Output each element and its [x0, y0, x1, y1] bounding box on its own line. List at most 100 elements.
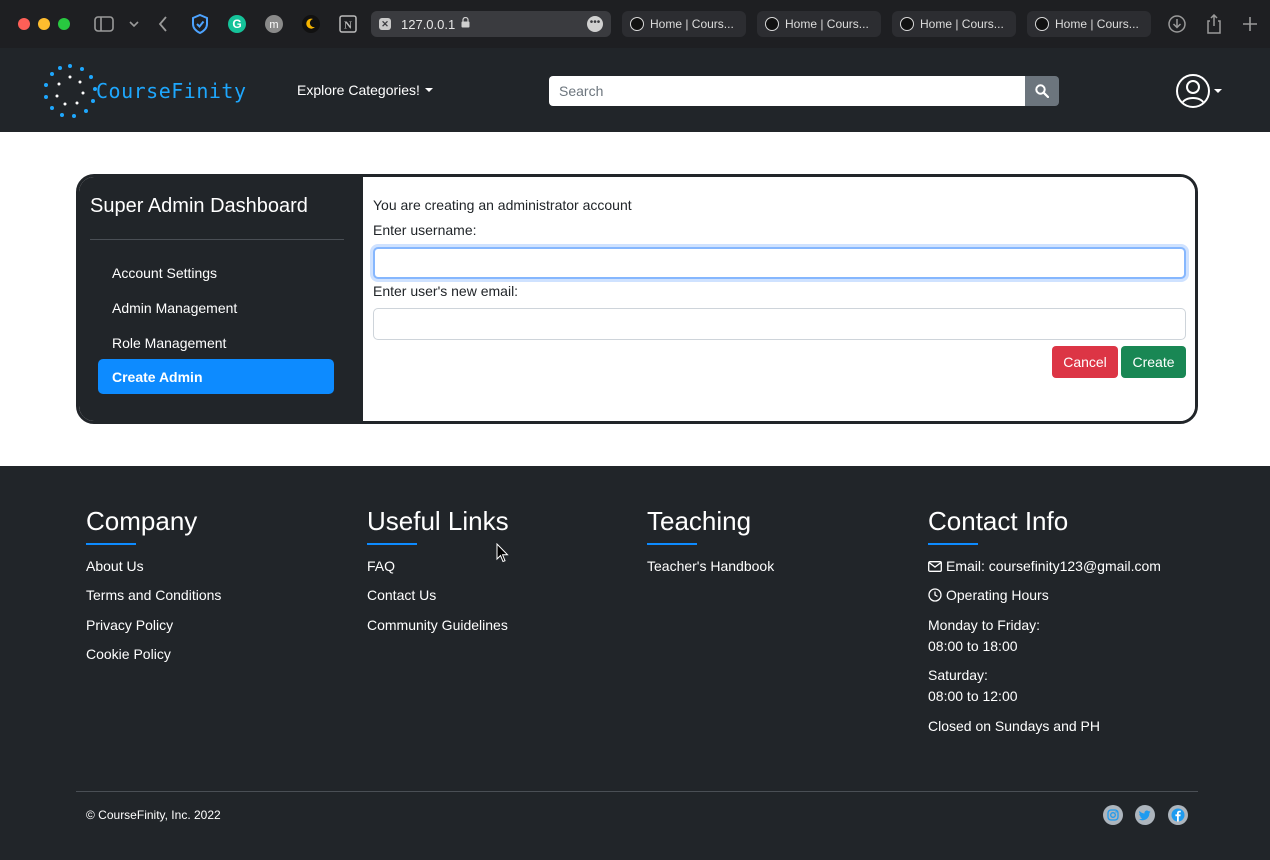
- lock-icon: [461, 16, 470, 31]
- footer-divider: [76, 791, 1198, 792]
- footer-heading-teaching: Teaching: [647, 506, 751, 545]
- url-text: 127.0.0.1: [401, 16, 456, 32]
- weekday-label: Monday to Friday:: [928, 617, 1041, 633]
- admin-dashboard-card: Super Admin Dashboard Account Settings A…: [76, 174, 1198, 424]
- shield-extension-icon[interactable]: [190, 14, 210, 34]
- tab-title: Home | Cours...: [920, 17, 1004, 31]
- notion-extension-icon[interactable]: N: [338, 14, 358, 34]
- sidebar-item-role-management[interactable]: Role Management: [98, 325, 334, 360]
- create-button[interactable]: Create: [1121, 346, 1186, 378]
- address-bar[interactable]: ✕ 127.0.0.1 •••: [371, 11, 611, 37]
- tab-title: Home | Cours...: [785, 17, 869, 31]
- mouse-cursor-icon: [496, 542, 510, 568]
- maximize-window-button[interactable]: [58, 18, 70, 30]
- form-intro-text: You are creating an administrator accoun…: [373, 197, 632, 213]
- site-favicon-icon: [630, 17, 644, 31]
- saturday-hours: 08:00 to 12:00: [928, 688, 1018, 704]
- browser-tab[interactable]: Home | Cours...: [622, 11, 746, 37]
- back-icon[interactable]: [153, 14, 173, 34]
- copyright-text: © CourseFinity, Inc. 2022: [86, 808, 221, 822]
- site-favicon-icon: [1035, 17, 1049, 31]
- tab-title: Home | Cours...: [1055, 17, 1139, 31]
- m-extension-icon[interactable]: m: [264, 14, 284, 34]
- minimize-window-button[interactable]: [38, 18, 50, 30]
- browser-tab[interactable]: Home | Cours...: [892, 11, 1016, 37]
- footer-teaching-column: Teaching: [647, 506, 751, 545]
- closed-notice: Closed on Sundays and PH: [928, 718, 1100, 734]
- site-favicon-icon: [900, 17, 914, 31]
- browser-toolbar: G m N ✕ 127.0.0.1 ••• Home | Cours... Ho…: [0, 0, 1270, 48]
- username-input[interactable]: [373, 247, 1186, 279]
- footer-heading-useful-links: Useful Links: [367, 506, 509, 545]
- footer-useful-links-column: Useful Links: [367, 506, 509, 545]
- footer-link-teachers-handbook[interactable]: Teacher's Handbook: [647, 558, 774, 574]
- svg-text:N: N: [344, 20, 352, 32]
- footer-link-faq[interactable]: FAQ: [367, 558, 395, 574]
- footer-link-community-guidelines[interactable]: Community Guidelines: [367, 617, 508, 633]
- sidebar-toggle-icon[interactable]: [94, 14, 114, 34]
- weekday-hours: 08:00 to 18:00: [928, 638, 1018, 654]
- divider: [90, 239, 344, 240]
- footer-link-contact-us[interactable]: Contact Us: [367, 587, 436, 603]
- footer-operating-hours: Operating Hours: [928, 587, 1049, 603]
- dashboard-title: Super Admin Dashboard: [90, 195, 308, 217]
- more-options-icon[interactable]: •••: [587, 16, 603, 32]
- saturday-label: Saturday:: [928, 667, 988, 683]
- close-window-button[interactable]: [18, 18, 30, 30]
- footer-company-column: Company: [86, 506, 197, 545]
- user-avatar-icon: [1176, 74, 1210, 108]
- operating-hours-label: Operating Hours: [946, 587, 1049, 603]
- share-icon[interactable]: [1204, 14, 1224, 34]
- night-mode-extension-icon[interactable]: [301, 14, 321, 34]
- footer-link-about-us[interactable]: About Us: [86, 558, 144, 574]
- site-navbar: CourseFinity Explore Categories!: [0, 48, 1270, 132]
- twitter-icon[interactable]: [1135, 805, 1155, 825]
- footer-heading-company: Company: [86, 506, 197, 545]
- browser-tab[interactable]: Home | Cours...: [757, 11, 881, 37]
- footer-heading-contact-info: Contact Info: [928, 506, 1068, 545]
- main-content: Super Admin Dashboard Account Settings A…: [0, 132, 1270, 466]
- logo-ring-icon: [42, 63, 98, 119]
- clock-icon: [928, 588, 942, 602]
- search-button[interactable]: [1025, 76, 1059, 106]
- svg-text:m: m: [269, 19, 278, 31]
- contact-email-text: Email: coursefinity123@gmail.com: [946, 558, 1161, 574]
- svg-text:G: G: [232, 17, 241, 31]
- search-icon: [1035, 84, 1049, 98]
- footer-link-cookie[interactable]: Cookie Policy: [86, 646, 171, 662]
- sidebar-item-account-settings[interactable]: Account Settings: [98, 255, 334, 290]
- footer-link-privacy[interactable]: Privacy Policy: [86, 617, 173, 633]
- email-input[interactable]: [373, 308, 1186, 340]
- site-favicon-icon: [765, 17, 779, 31]
- new-tab-icon[interactable]: [1240, 14, 1260, 34]
- caret-down-icon: [424, 88, 433, 92]
- email-label: Enter user's new email:: [373, 283, 519, 299]
- footer-contact-email: Email: coursefinity123@gmail.com: [928, 558, 1161, 574]
- footer-link-terms[interactable]: Terms and Conditions: [86, 587, 221, 603]
- site-footer: Company About Us Terms and Conditions Pr…: [0, 466, 1270, 860]
- sidebar-item-create-admin[interactable]: Create Admin: [98, 359, 334, 394]
- tab-title: Home | Cours...: [650, 17, 734, 31]
- search-input[interactable]: [549, 76, 1025, 106]
- profile-dropdown[interactable]: [1176, 74, 1222, 108]
- search-bar: [549, 76, 1059, 106]
- instagram-icon[interactable]: [1103, 805, 1123, 825]
- caret-down-icon: [1214, 89, 1222, 93]
- username-label: Enter username:: [373, 222, 477, 238]
- downloads-icon[interactable]: [1167, 14, 1187, 34]
- explore-categories-dropdown[interactable]: Explore Categories!: [297, 82, 433, 98]
- footer-contact-column: Contact Info: [928, 506, 1068, 545]
- explore-categories-label: Explore Categories!: [297, 82, 420, 98]
- dashboard-sidebar: Super Admin Dashboard Account Settings A…: [79, 177, 363, 421]
- brand-logo[interactable]: CourseFinity: [42, 62, 267, 120]
- grammarly-extension-icon[interactable]: G: [227, 14, 247, 34]
- tab-close-icon[interactable]: ✕: [379, 18, 391, 30]
- create-admin-form: You are creating an administrator accoun…: [363, 177, 1195, 421]
- sidebar-item-admin-management[interactable]: Admin Management: [98, 290, 334, 325]
- envelope-icon: [928, 560, 942, 572]
- cancel-button[interactable]: Cancel: [1052, 346, 1118, 378]
- chevron-down-icon[interactable]: [124, 14, 144, 34]
- brand-name: CourseFinity: [96, 79, 247, 103]
- browser-tab[interactable]: Home | Cours...: [1027, 11, 1151, 37]
- facebook-icon[interactable]: [1168, 805, 1188, 825]
